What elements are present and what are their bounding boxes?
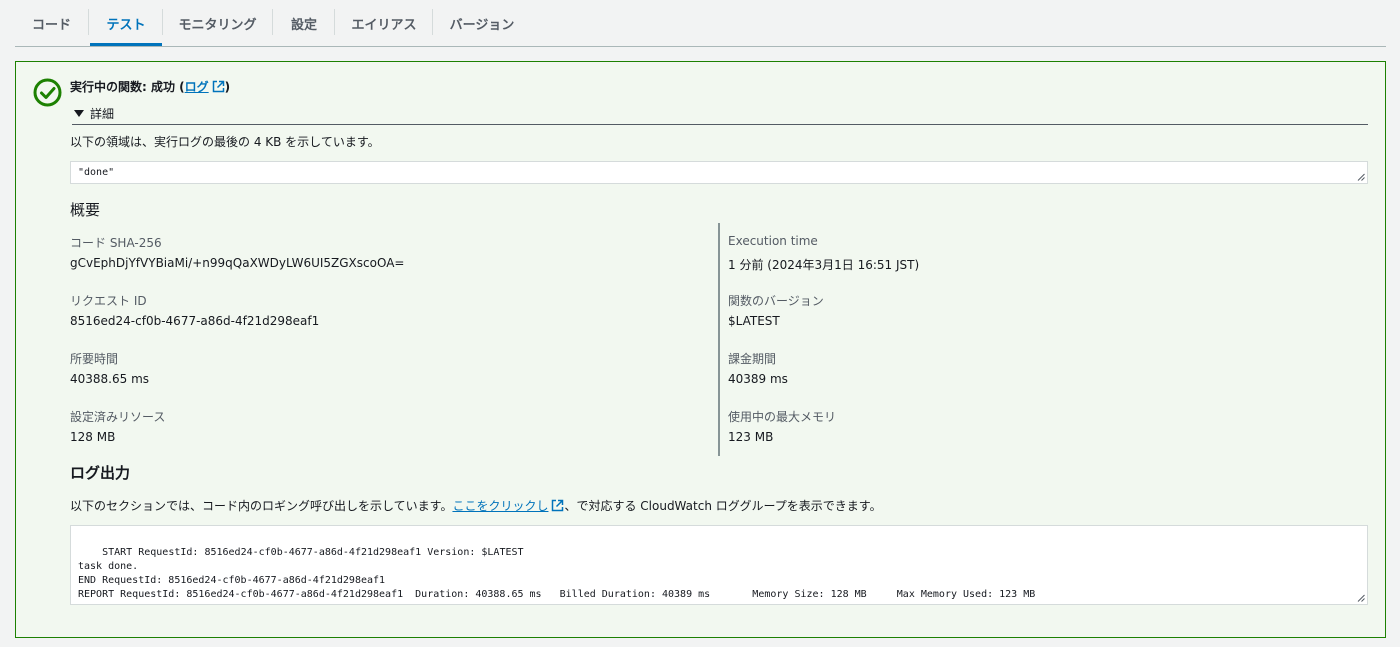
tab-divider (334, 9, 335, 35)
execution-time-value: 1 分前 (2024年3月1日 16:51 JST) (728, 258, 920, 272)
resources-label: 設定済みリソース (70, 410, 166, 424)
status-suffix: ) (224, 80, 231, 94)
external-link-icon[interactable] (551, 499, 564, 512)
summary-title: 概要 (70, 201, 101, 219)
log-desc-suffix: 、で対応する CloudWatch ロググループを表示できます。 (564, 499, 882, 513)
duration-label: 所要時間 (70, 352, 119, 366)
resources-value: 128 MB (70, 430, 116, 444)
request-id-label: リクエスト ID (70, 294, 147, 308)
execution-status: 実行中の関数: 成功 (ログ) (70, 78, 230, 95)
tab-bar: コード テスト モニタリング 設定 エイリアス バージョン (15, 0, 1386, 47)
function-version-value: $LATEST (728, 314, 780, 328)
log-output-box[interactable]: START RequestId: 8516ed24-cf0b-4677-a86d… (70, 525, 1368, 605)
tab-divider (162, 9, 163, 35)
caret-down-icon (74, 110, 84, 117)
tab-monitoring[interactable]: モニタリング (164, 0, 271, 46)
return-value: "done" (78, 167, 115, 178)
details-label: 詳細 (90, 107, 115, 121)
log-output-description: 以下のセクションでは、コード内のロギング呼び出しを示しています。ここをクリックし… (70, 497, 882, 514)
duration-value: 40388.65 ms (70, 372, 150, 386)
tab-code[interactable]: コード (15, 0, 88, 46)
code-sha-value: gCvEphDjYfVYBiaMi/+n99qQaXWDyLW6UI5ZGXsc… (70, 256, 405, 270)
details-toggle[interactable]: 詳細 (72, 103, 1368, 125)
execution-time-label: Execution time (728, 234, 818, 248)
code-sha-label: コード SHA-256 (70, 236, 162, 250)
tab-configuration[interactable]: 設定 (274, 0, 334, 46)
external-link-icon[interactable] (212, 80, 225, 93)
log-note: 以下の領域は、実行ログの最後の 4 KB を示しています。 (70, 135, 380, 149)
function-version-label: 関数のバージョン (728, 294, 824, 308)
max-memory-value: 123 MB (728, 430, 774, 444)
resize-handle-icon[interactable] (1357, 173, 1365, 181)
tab-test[interactable]: テスト (90, 0, 162, 46)
tab-divider (432, 9, 433, 35)
max-memory-label: 使用中の最大メモリ (728, 410, 837, 424)
tab-versions[interactable]: バージョン (434, 0, 530, 46)
billed-duration-value: 40389 ms (728, 372, 788, 386)
status-text: 実行中の関数: 成功 ( (70, 80, 185, 94)
log-output-title: ログ出力 (70, 464, 131, 482)
execution-result-panel: 実行中の関数: 成功 (ログ) 詳細 以下の領域は、実行ログの最後の 4 KB … (15, 61, 1386, 638)
billed-duration-label: 課金期間 (728, 352, 777, 366)
cloudwatch-link[interactable]: ここをクリックし (452, 499, 548, 513)
log-desc-prefix: 以下のセクションでは、コード内のロギング呼び出しを示しています。 (70, 499, 453, 513)
return-value-box[interactable]: "done" (70, 161, 1368, 184)
log-output-text: START RequestId: 8516ed24-cf0b-4677-a86d… (78, 547, 1036, 600)
request-id-value: 8516ed24-cf0b-4677-a86d-4f21d298eaf1 (70, 314, 320, 328)
tab-divider (88, 9, 89, 35)
tab-aliases[interactable]: エイリアス (336, 0, 432, 46)
log-link[interactable]: ログ (185, 80, 209, 94)
column-divider (718, 223, 720, 456)
resize-handle-icon[interactable] (1357, 594, 1365, 602)
tab-divider (272, 9, 273, 35)
check-circle-icon (33, 78, 62, 107)
